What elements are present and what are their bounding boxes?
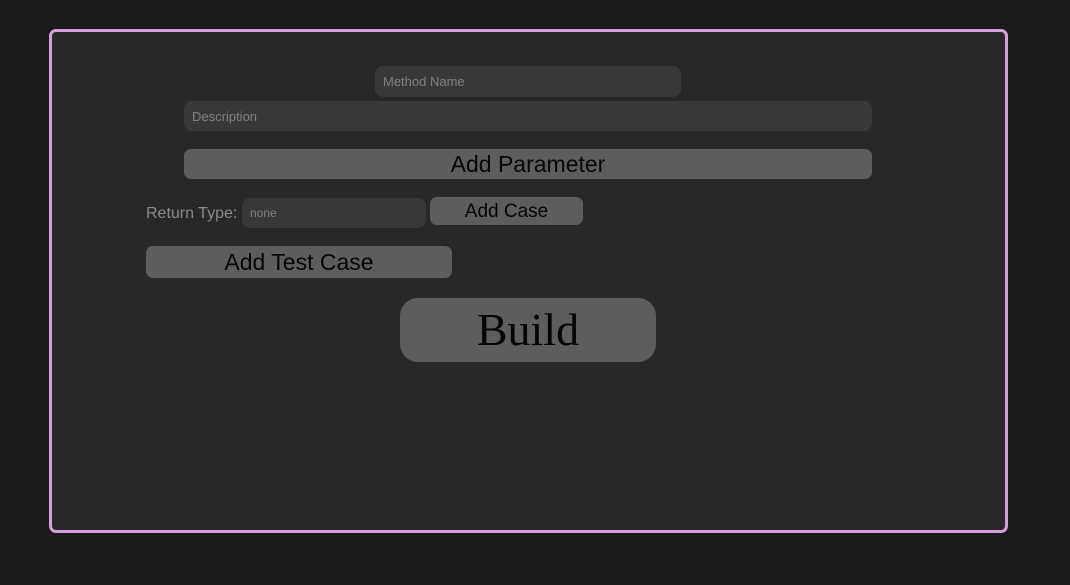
- method-name-input[interactable]: [375, 66, 681, 97]
- add-parameter-button[interactable]: Add Parameter: [184, 149, 872, 179]
- return-type-label: Return Type:: [146, 205, 238, 222]
- return-type-input[interactable]: [242, 198, 426, 228]
- method-builder-panel: Add Parameter Return Type: Add Case Add …: [49, 29, 1008, 533]
- add-test-case-button[interactable]: Add Test Case: [146, 246, 452, 278]
- description-input[interactable]: [184, 101, 872, 131]
- add-case-button[interactable]: Add Case: [430, 197, 583, 225]
- build-button[interactable]: Build: [400, 298, 656, 362]
